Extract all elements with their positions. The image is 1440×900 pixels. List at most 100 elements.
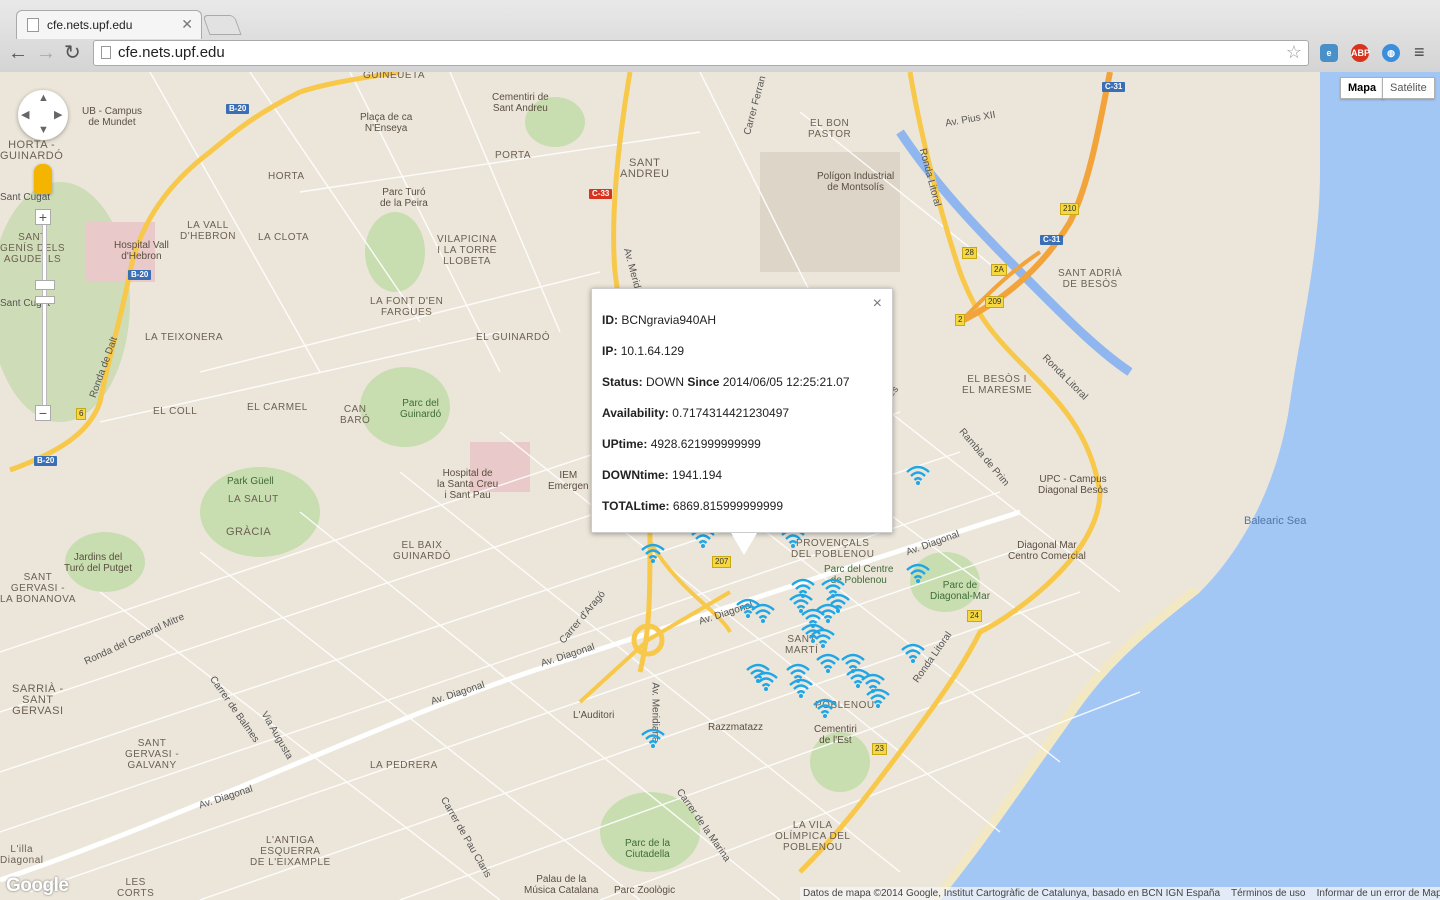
globe-extension-icon[interactable]: ◍ xyxy=(1382,44,1400,62)
terms-link[interactable]: Términos de uso xyxy=(1231,888,1305,899)
info-label: ID: xyxy=(602,313,618,327)
wifi-marker-icon[interactable] xyxy=(812,697,838,719)
tab-close-icon[interactable]: ✕ xyxy=(181,16,193,33)
exit-badge: 207 xyxy=(712,556,732,568)
map-label: EL BON PASTOR xyxy=(808,118,852,140)
map-label: EL BAIX GUINARDÓ xyxy=(393,540,451,562)
pan-down-icon[interactable]: ▼ xyxy=(38,124,49,136)
new-tab-button[interactable] xyxy=(202,15,242,35)
report-error-link[interactable]: Informar de un error de Maps xyxy=(1317,888,1440,899)
map-label: IEM Emergen xyxy=(548,470,589,492)
map-label: Parc Turó de la Peira xyxy=(380,187,428,209)
map-label: EL CARMEL xyxy=(247,402,308,413)
map-label: Balearic Sea xyxy=(1244,515,1307,527)
map-label: Hospital Vall d'Hebron xyxy=(114,240,169,262)
forward-icon[interactable]: → xyxy=(36,42,56,64)
exit-badge: 2A xyxy=(991,264,1007,276)
wifi-marker-icon[interactable] xyxy=(905,562,931,584)
wifi-marker-icon[interactable] xyxy=(788,677,814,699)
road-shield: C-33 xyxy=(589,189,613,199)
wifi-marker-icon[interactable] xyxy=(865,687,891,709)
road-shield: B-20 xyxy=(34,456,58,466)
map-label: CAN BARÓ xyxy=(340,404,371,426)
map-label: HORTA xyxy=(268,171,305,182)
map-label: SANT ANDREU xyxy=(620,157,670,180)
map-label: Plaça de ca N'Enseya xyxy=(360,112,413,134)
map-label: Polígon Industrial de Montsolís xyxy=(817,171,895,193)
wifi-marker-icon[interactable] xyxy=(905,464,931,486)
map-label: Parc del Guinardó xyxy=(400,398,442,420)
wifi-marker-icon[interactable] xyxy=(815,652,841,674)
reload-icon[interactable]: ↻ xyxy=(64,42,81,64)
info-value: 2014/06/05 12:25:21.07 xyxy=(722,375,850,389)
map-label: Parc de Diagonal-Mar xyxy=(930,580,991,602)
map-label: EL GUINARDÓ xyxy=(476,332,551,343)
back-icon[interactable]: ← xyxy=(8,42,28,64)
map-type-map-button[interactable]: Mapa xyxy=(1340,77,1385,99)
map-label: PORTA xyxy=(495,150,532,161)
map-attribution: Datos de mapa ©2014 Google, Institut Car… xyxy=(800,887,1440,900)
road-shield: C-31 xyxy=(1040,235,1064,245)
exit-badge: 2 xyxy=(955,314,966,326)
map-label: LA VALL D'HEBRON xyxy=(180,220,236,242)
pan-control[interactable]: ▲ ▼ ◀ ▶ xyxy=(18,90,68,140)
tab-active[interactable]: cfe.nets.upf.edu ✕ xyxy=(16,10,202,39)
info-row-totaltime: TOTALtime: 6869.815999999999 xyxy=(602,499,783,513)
street-view-pegman-icon[interactable] xyxy=(34,164,52,194)
map-label: LA TEIXONERA xyxy=(145,332,224,343)
info-label: IP: xyxy=(602,344,618,358)
zoom-slider[interactable] xyxy=(42,217,47,409)
info-label: Availability: xyxy=(602,406,669,420)
zoom-slider-handle[interactable] xyxy=(35,296,55,304)
map-label: L'illa Diagonal xyxy=(0,844,44,866)
map-label: SANT ADRIÀ DE BESÒS xyxy=(1058,268,1123,290)
map-label: SANT GERVASI - GALVANY xyxy=(125,738,180,771)
map-type-satellite-button[interactable]: Satélite xyxy=(1382,77,1435,99)
map-label: Hospital de la Santa Creu i Sant Pau xyxy=(437,468,499,501)
wifi-marker-icon[interactable] xyxy=(815,602,841,624)
map-label: Parc Zoològic xyxy=(614,885,676,896)
map-label: Park Güell xyxy=(227,476,274,487)
exit-badge: 210 xyxy=(1060,203,1080,215)
road-shield: C-31 xyxy=(1102,82,1126,92)
page-icon xyxy=(27,18,39,32)
info-value: 4928.621999999999 xyxy=(650,437,761,451)
info-value: 10.1.64.129 xyxy=(620,344,685,358)
address-bar[interactable]: cfe.nets.upf.edu ☆ xyxy=(93,40,1309,66)
info-window: × ID: BCNgravia940AH IP: 10.1.64.129 Sta… xyxy=(591,288,893,533)
road-shield: B-20 xyxy=(128,270,152,280)
info-value: 6869.815999999999 xyxy=(672,499,784,513)
info-row-ip: IP: 10.1.64.129 xyxy=(602,344,684,358)
url-text[interactable]: cfe.nets.upf.edu xyxy=(118,44,225,61)
pan-right-icon[interactable]: ▶ xyxy=(54,108,62,121)
map-label: Palau de la Música Catalana xyxy=(524,874,599,896)
map-canvas[interactable]: GUINEUETA Cementiri de Sant Andreu UB - … xyxy=(0,72,1440,900)
menu-icon[interactable]: ≡ xyxy=(1414,42,1425,63)
info-label: UPtime: xyxy=(602,437,648,451)
wifi-marker-icon[interactable] xyxy=(900,642,926,664)
pan-up-icon[interactable]: ▲ xyxy=(38,92,49,104)
tab-title: cfe.nets.upf.edu xyxy=(47,18,133,32)
ie-tab-extension-icon[interactable]: e xyxy=(1320,44,1338,62)
wifi-marker-icon[interactable] xyxy=(810,627,836,649)
google-logo[interactable]: Google xyxy=(6,875,69,897)
bookmark-star-icon[interactable]: ☆ xyxy=(1286,42,1302,63)
map-label: SANT GERVASI - LA BONANOVA xyxy=(0,572,76,605)
wifi-marker-icon[interactable] xyxy=(753,670,779,692)
zoom-out-button[interactable]: − xyxy=(35,405,51,421)
info-value: DOWN xyxy=(646,375,685,389)
map-label: L'Auditori xyxy=(573,710,615,721)
road-shield: B-20 xyxy=(226,104,250,114)
info-label: TOTALtime: xyxy=(602,499,670,513)
adblock-extension-icon[interactable]: ABP xyxy=(1351,44,1370,62)
zoom-in-button[interactable]: + xyxy=(35,209,51,225)
close-icon[interactable]: × xyxy=(873,295,882,313)
pan-left-icon[interactable]: ◀ xyxy=(21,108,29,121)
info-label: Status: xyxy=(602,375,643,389)
exit-badge: 23 xyxy=(872,743,887,755)
wifi-marker-icon[interactable] xyxy=(640,727,666,749)
info-value: 0.7174314421230497 xyxy=(672,406,790,420)
wifi-marker-icon[interactable] xyxy=(735,597,761,619)
map-label: LA SALUT xyxy=(228,494,279,505)
wifi-marker-icon[interactable] xyxy=(640,542,666,564)
